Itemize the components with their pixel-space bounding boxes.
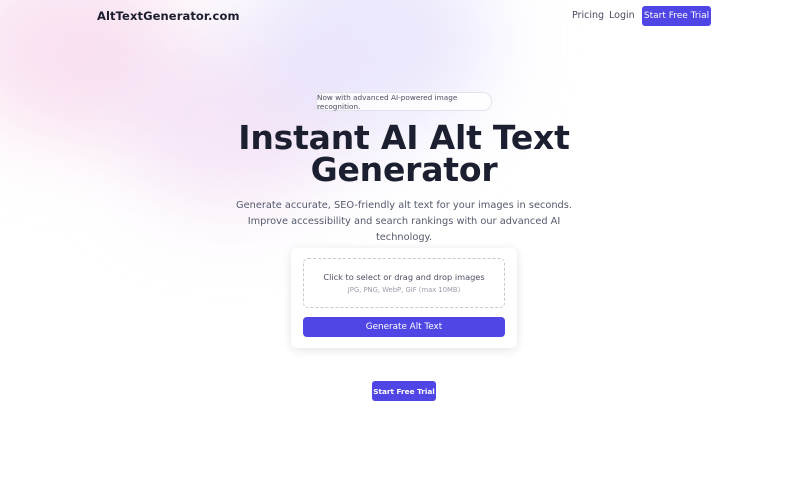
start-free-trial-bottom-button[interactable]: Start Free Trial xyxy=(372,381,436,401)
site-logo[interactable]: AltTextGenerator.com xyxy=(97,9,240,23)
nav-login-link[interactable]: Login xyxy=(609,10,635,21)
dropzone-prompt: Click to select or drag and drop images xyxy=(323,272,485,282)
start-free-trial-button[interactable]: Start Free Trial xyxy=(642,6,711,26)
image-dropzone[interactable]: Click to select or drag and drop images … xyxy=(303,258,505,308)
page-title: Instant AI Alt Text Generator xyxy=(238,118,570,189)
generate-alt-text-button[interactable]: Generate Alt Text xyxy=(303,317,505,337)
upload-card: Click to select or drag and drop images … xyxy=(291,248,517,348)
hero-subtitle: Generate accurate, SEO-friendly alt text… xyxy=(236,200,572,243)
top-navbar: AltTextGenerator.com Pricing Login Start… xyxy=(0,0,800,32)
announcement-badge: Now with advanced AI-powered image recog… xyxy=(316,92,492,111)
nav-pricing-link[interactable]: Pricing xyxy=(572,10,604,21)
dropzone-file-types: JPG, PNG, WebP, GIF (max 10MB) xyxy=(347,286,461,294)
